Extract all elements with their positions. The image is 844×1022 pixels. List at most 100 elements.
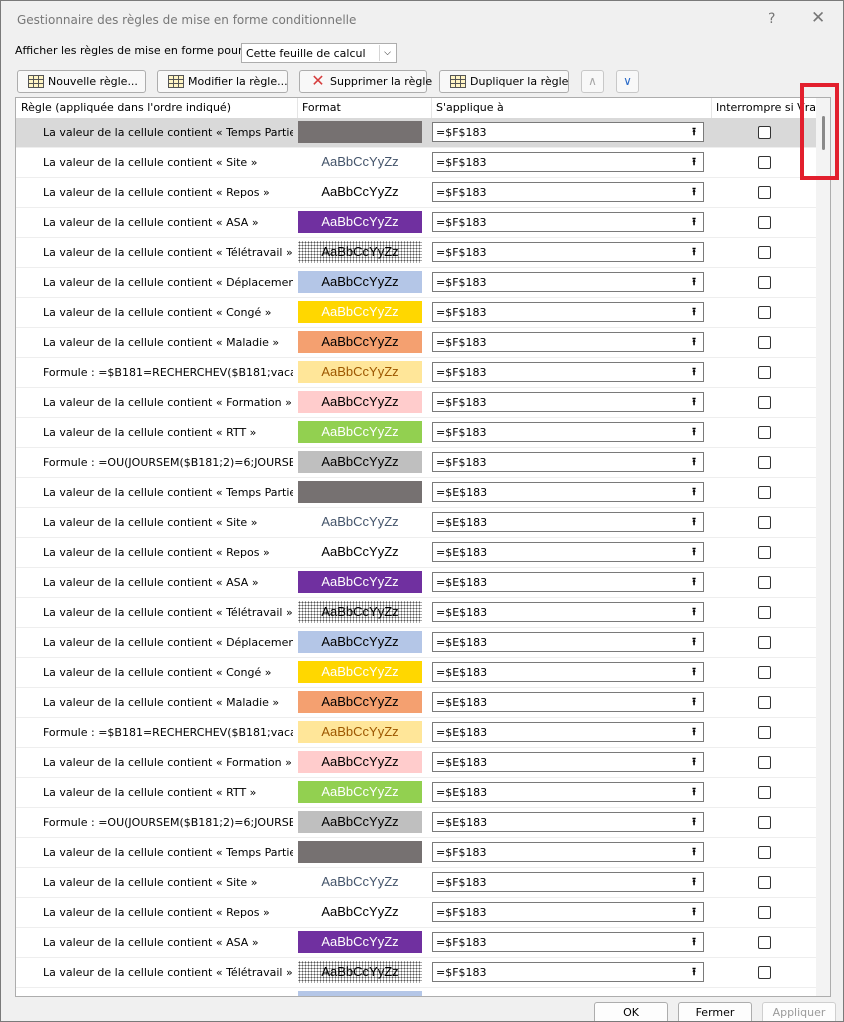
collapse-upload-icon[interactable]: ⭱ [687,814,701,830]
stop-if-true-checkbox[interactable] [758,306,771,319]
rule-row[interactable]: La valeur de la cellule contient « Repos… [16,178,816,208]
applies-to-field[interactable]: =$E$183 ⭱ [432,482,704,502]
stop-if-true-checkbox[interactable] [758,576,771,589]
rule-row[interactable]: La valeur de la cellule contient « RTT »… [16,418,816,448]
rule-row[interactable]: La valeur de la cellule contient « Dépla… [16,628,816,658]
rule-row[interactable]: La valeur de la cellule contient « Forma… [16,388,816,418]
rule-row[interactable]: La valeur de la cellule contient « Site … [16,868,816,898]
collapse-upload-icon[interactable]: ⭱ [687,694,701,710]
rule-row[interactable]: La valeur de la cellule contient « Dépla… [16,268,816,298]
apply-button[interactable]: Appliquer [762,1002,836,1021]
collapse-upload-icon[interactable]: ⭱ [687,334,701,350]
rule-row[interactable]: La valeur de la cellule contient « Repos… [16,898,816,928]
collapse-upload-icon[interactable]: ⭱ [687,634,701,650]
stop-if-true-checkbox[interactable] [758,246,771,259]
rule-row[interactable]: La valeur de la cellule contient « Temps… [16,118,816,148]
collapse-upload-icon[interactable]: ⭱ [687,964,701,980]
collapse-upload-icon[interactable]: ⭱ [687,244,701,260]
rule-row[interactable]: Formule : =OU(JOURSEM($B181;2)=6;JOURSE.… [16,448,816,478]
rule-row[interactable]: La valeur de la cellule contient « Site … [16,148,816,178]
close-icon[interactable]: ✕ [811,8,825,28]
rule-row[interactable]: La valeur de la cellule contient « Télét… [16,238,816,268]
applies-to-field[interactable]: =$E$183 ⭱ [432,812,704,832]
stop-if-true-checkbox[interactable] [758,216,771,229]
stop-if-true-checkbox[interactable] [758,186,771,199]
stop-if-true-checkbox[interactable] [758,276,771,289]
collapse-upload-icon[interactable]: ⭱ [687,274,701,290]
applies-to-field[interactable]: =$F$183 ⭱ [432,962,704,982]
applies-to-field[interactable]: =$E$183 ⭱ [432,512,704,532]
applies-to-field[interactable]: =$E$183 ⭱ [432,632,704,652]
rule-row[interactable]: La valeur de la cellule contient « Télét… [16,958,816,988]
applies-to-field[interactable]: =$E$183 ⭱ [432,782,704,802]
collapse-upload-icon[interactable]: ⭱ [687,874,701,890]
collapse-upload-icon[interactable]: ⭱ [687,514,701,530]
applies-to-field[interactable]: =$F$183 ⭱ [432,272,704,292]
rule-row[interactable]: La valeur de la cellule contient « ASA »… [16,208,816,238]
applies-to-field[interactable]: =$F$183 ⭱ [432,932,704,952]
stop-if-true-checkbox[interactable] [758,156,771,169]
stop-if-true-checkbox[interactable] [758,366,771,379]
rule-row[interactable]: La valeur de la cellule contient « Temps… [16,838,816,868]
stop-if-true-checkbox[interactable] [758,966,771,979]
close-button[interactable]: Fermer [678,1002,752,1021]
applies-to-field[interactable]: =$E$183 ⭱ [432,572,704,592]
applies-to-field[interactable]: =$F$183 ⭱ [432,362,704,382]
applies-to-field[interactable]: =$F$183 ⭱ [432,452,704,472]
help-icon[interactable]: ? [768,11,775,27]
column-divider[interactable] [297,98,298,118]
applies-to-field[interactable]: =$F$183 ⭱ [432,332,704,352]
applies-to-field[interactable]: =$F$183 ⭱ [432,842,704,862]
applies-to-field[interactable]: =$F$183 ⭱ [432,242,704,262]
collapse-upload-icon[interactable]: ⭱ [687,604,701,620]
rule-row[interactable]: Formule : =OU(JOURSEM($B181;2)=6;JOURSE.… [16,808,816,838]
col-format-header[interactable]: Format [302,101,341,114]
stop-if-true-checkbox[interactable] [758,546,771,559]
applies-to-field[interactable]: =$F$183 ⭱ [432,392,704,412]
stop-if-true-checkbox[interactable] [758,516,771,529]
stop-if-true-checkbox[interactable] [758,756,771,769]
stop-if-true-checkbox[interactable] [758,126,771,139]
stop-if-true-checkbox[interactable] [758,816,771,829]
collapse-upload-icon[interactable]: ⭱ [687,304,701,320]
applies-to-field[interactable]: =$F$183 ⭱ [432,872,704,892]
stop-if-true-checkbox[interactable] [758,456,771,469]
rule-row[interactable]: La valeur de la cellule contient « RTT »… [16,778,816,808]
stop-if-true-checkbox[interactable] [758,876,771,889]
stop-if-true-checkbox[interactable] [758,666,771,679]
applies-to-field[interactable]: =$E$183 ⭱ [432,602,704,622]
stop-if-true-checkbox[interactable] [758,606,771,619]
vertical-scrollbar[interactable] [816,98,830,996]
collapse-upload-icon[interactable]: ⭱ [687,664,701,680]
rule-row[interactable]: La valeur de la cellule contient « Malad… [16,328,816,358]
stop-if-true-checkbox[interactable] [758,726,771,739]
stop-if-true-checkbox[interactable] [758,636,771,649]
column-divider[interactable] [711,98,712,118]
stop-if-true-checkbox[interactable] [758,426,771,439]
rule-row[interactable]: Formule : =$B181=RECHERCHEV($B181;vacan.… [16,358,816,388]
move-up-button[interactable]: ∧ [581,70,604,93]
collapse-upload-icon[interactable]: ⭱ [687,904,701,920]
collapse-upload-icon[interactable]: ⭱ [687,484,701,500]
rule-row[interactable]: La valeur de la cellule contient « Congé… [16,658,816,688]
move-down-button[interactable]: ∨ [616,70,639,93]
rule-row[interactable]: AaBbCcYyZz [16,988,816,996]
stop-if-true-checkbox[interactable] [758,936,771,949]
collapse-upload-icon[interactable]: ⭱ [687,214,701,230]
delete-rule-button[interactable]: ✕ Supprimer la règle [299,70,432,93]
rule-row[interactable]: La valeur de la cellule contient « Site … [16,508,816,538]
collapse-upload-icon[interactable]: ⭱ [687,844,701,860]
rule-row[interactable]: La valeur de la cellule contient « Congé… [16,298,816,328]
stop-if-true-checkbox[interactable] [758,486,771,499]
edit-rule-button[interactable]: Modifier la règle... [157,70,288,93]
applies-to-field[interactable]: =$F$183 ⭱ [432,302,704,322]
ok-button[interactable]: OK [594,1002,668,1021]
applies-to-field[interactable]: =$F$183 ⭱ [432,902,704,922]
collapse-upload-icon[interactable]: ⭱ [687,124,701,140]
stop-if-true-checkbox[interactable] [758,906,771,919]
collapse-upload-icon[interactable]: ⭱ [687,184,701,200]
stop-if-true-checkbox[interactable] [758,846,771,859]
applies-to-field[interactable]: =$E$183 ⭱ [432,722,704,742]
collapse-upload-icon[interactable]: ⭱ [687,724,701,740]
applies-to-field[interactable]: =$F$183 ⭱ [432,122,704,142]
